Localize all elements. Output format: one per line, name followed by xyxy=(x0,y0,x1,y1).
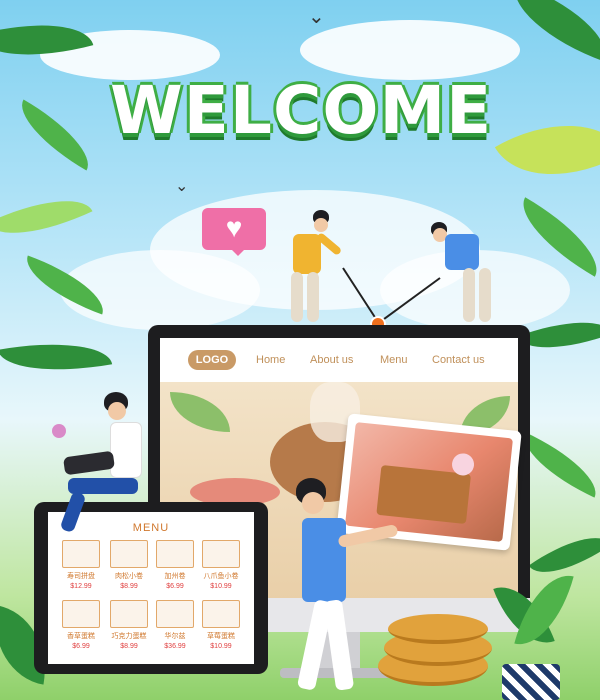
menu-item-name: 八爪鱼小卷 xyxy=(203,573,239,580)
nav-link-contact[interactable]: Contact us xyxy=(432,354,485,366)
menu-item[interactable]: 香草蛋糕 $6.99 xyxy=(60,600,102,650)
menu-item-name: 加州卷 xyxy=(164,573,186,580)
potted-plant xyxy=(493,566,574,670)
site-navbar: LOGO Home About us Menu Contact us xyxy=(160,338,518,382)
menu-item-price: $8.99 xyxy=(120,583,138,590)
menu-item[interactable]: 华尔兹 $36.99 xyxy=(154,600,196,650)
nav-link-about[interactable]: About us xyxy=(310,354,353,366)
cake-icon xyxy=(202,600,240,628)
menu-item-name: 寿司拼盘 xyxy=(67,573,95,580)
coin-stack xyxy=(388,614,488,644)
menu-item[interactable]: 巧克力蛋糕 $8.99 xyxy=(108,600,150,650)
menu-item-price: $6.99 xyxy=(72,643,90,650)
cake-icon xyxy=(62,600,100,628)
person-with-laptop xyxy=(58,392,148,542)
menu-item[interactable]: 肉松小卷 $8.99 xyxy=(108,540,150,590)
sushi-roll-icon xyxy=(110,540,148,568)
menu-item[interactable]: 加州卷 $6.99 xyxy=(154,540,196,590)
plant-pot xyxy=(502,664,560,700)
cake-icon xyxy=(156,600,194,628)
sushi-roll-icon xyxy=(202,540,240,568)
cake-icon xyxy=(110,600,148,628)
palm-leaf-illustration xyxy=(170,392,230,432)
sushi-roll-icon xyxy=(156,540,194,568)
decorative-dot xyxy=(52,424,66,438)
menu-item-name: 华尔兹 xyxy=(164,633,186,640)
menu-item-price: $8.99 xyxy=(120,643,138,650)
menu-item-price: $12.99 xyxy=(70,583,92,590)
laptop-icon xyxy=(62,450,116,476)
nav-link-menu[interactable]: Menu xyxy=(380,354,408,366)
menu-item-name: 香草蛋糕 xyxy=(67,633,95,640)
menu-item-name: 肉松小卷 xyxy=(115,573,143,580)
menu-item-price: $10.99 xyxy=(210,583,232,590)
menu-item-price: $10.99 xyxy=(210,643,232,650)
menu-item-name: 草莓蛋糕 xyxy=(207,633,235,640)
menu-item[interactable]: 八爪鱼小卷 $10.99 xyxy=(200,540,242,590)
nav-link-home[interactable]: Home xyxy=(256,354,285,366)
sushi-platter-icon xyxy=(62,540,100,568)
menu-item[interactable]: 寿司拼盘 $12.99 xyxy=(60,540,102,590)
menu-item-price: $36.99 xyxy=(164,643,186,650)
menu-item[interactable]: 草莓蛋糕 $10.99 xyxy=(200,600,242,650)
menu-item-name: 巧克力蛋糕 xyxy=(111,633,147,640)
menu-item-price: $6.99 xyxy=(166,583,184,590)
logo-button[interactable]: LOGO xyxy=(188,350,236,370)
